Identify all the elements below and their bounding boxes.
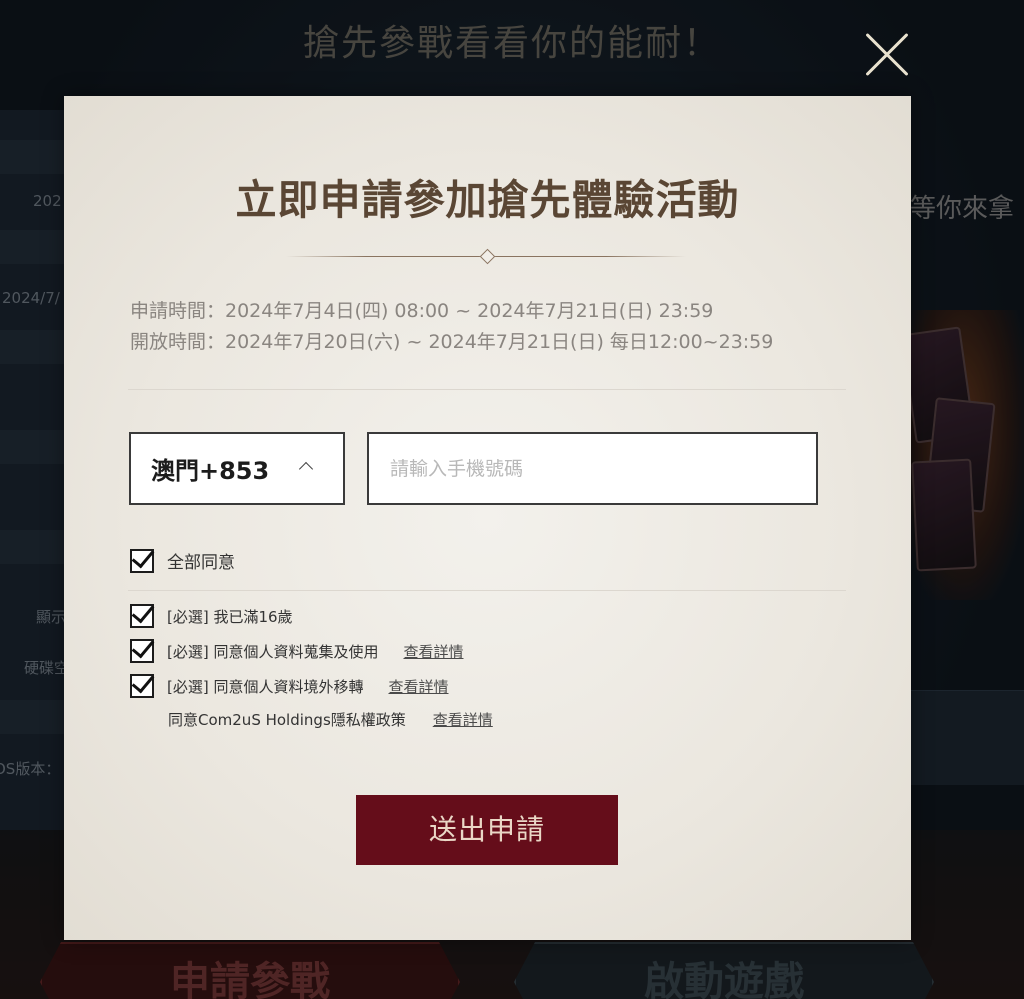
agree-all-label: 全部同意: [167, 553, 235, 573]
view-details-link[interactable]: 查看詳情: [403, 641, 463, 662]
apply-period-text: 申請時間：2024年7月4日(四) 08:00 ~ 2024年7月21日(日) …: [130, 300, 714, 322]
modal-title: 立即申請參加搶先體驗活動: [235, 176, 740, 224]
divider-diamond-icon: [479, 248, 496, 265]
agreement-label: [必選] 同意個人資料境外移轉: [167, 677, 364, 696]
agreement-row[interactable]: [必選] 同意個人資料境外移轉 查看詳情: [130, 674, 449, 698]
privacy-policy-label: 同意Com2uS Holdings隱私權政策: [168, 711, 406, 729]
agree-all-row[interactable]: 全部同意: [130, 548, 235, 573]
apply-modal: 立即申請參加搶先體驗活動 申請時間：2024年7月4日(四) 08:00 ~ 2…: [64, 96, 911, 940]
open-period-text: 開放時間：2024年7月20日(六) ~ 2024年7月21日(日) 每日12:…: [130, 331, 774, 353]
country-code-value: 澳門+853: [151, 457, 270, 485]
agreement-row[interactable]: [必選] 我已滿16歲: [130, 604, 293, 628]
chevron-up-icon: [298, 461, 314, 477]
country-code-select[interactable]: 澳門+853: [129, 432, 345, 505]
agreement-row[interactable]: [必選] 同意個人資料蒐集及使用 查看詳情: [130, 639, 464, 663]
view-details-link[interactable]: 查看詳情: [388, 676, 448, 697]
privacy-details-link[interactable]: 查看詳情: [433, 709, 493, 730]
agreement-label: [必選] 同意個人資料蒐集及使用: [167, 642, 379, 661]
close-icon[interactable]: [862, 30, 912, 80]
privacy-policy-row: 同意Com2uS Holdings隱私權政策 查看詳情: [168, 709, 493, 730]
agreement-divider: [128, 590, 846, 591]
agreement-label: [必選] 我已滿16歲: [167, 607, 293, 626]
age-checkbox[interactable]: [130, 604, 154, 628]
phone-number-input[interactable]: [367, 432, 818, 505]
submit-button[interactable]: 送出申請: [356, 795, 618, 865]
section-divider: [128, 389, 846, 390]
personal-data-checkbox[interactable]: [130, 639, 154, 663]
agree-all-checkbox[interactable]: [130, 548, 154, 573]
data-transfer-checkbox[interactable]: [130, 674, 154, 698]
